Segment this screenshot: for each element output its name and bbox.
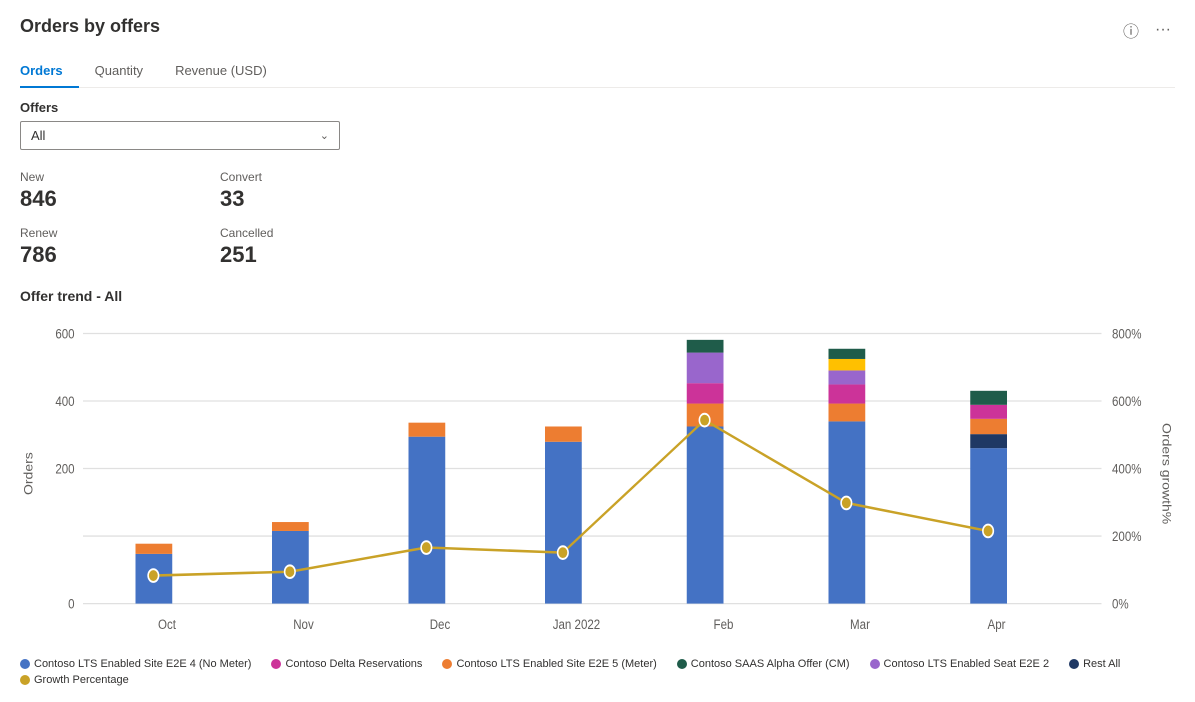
metric-cancelled-value: 251 (220, 242, 420, 268)
svg-text:Orders growth%: Orders growth% (1160, 423, 1173, 524)
metrics-grid: New 846 Convert 33 Renew 786 Cancelled 2… (20, 166, 420, 278)
svg-text:600%: 600% (1112, 393, 1142, 409)
legend-dot-e2e5 (442, 659, 452, 669)
tabs-bar: Orders Quantity Revenue (USD) (20, 54, 1175, 88)
metric-new-value: 846 (20, 186, 220, 212)
legend-dot-saas (677, 659, 687, 669)
chart-area: 600 400 200 0 800% 600% 400% 200% 0% Ord… (20, 308, 1175, 652)
legend-contoso-lts-e2e4: Contoso LTS Enabled Site E2E 4 (No Meter… (20, 658, 251, 670)
dropdown-value: All (31, 128, 45, 143)
metric-renew-label: Renew (20, 226, 220, 240)
tab-revenue[interactable]: Revenue (USD) (175, 55, 283, 88)
svg-text:Apr: Apr (988, 616, 1007, 632)
svg-text:Oct: Oct (158, 616, 176, 632)
legend-label-saas: Contoso SAAS Alpha Offer (CM) (691, 658, 850, 670)
legend-seat-e2e2: Contoso LTS Enabled Seat E2E 2 (870, 658, 1050, 670)
legend-label-e2e5: Contoso LTS Enabled Site E2E 5 (Meter) (456, 658, 656, 670)
metric-renew-value: 786 (20, 242, 220, 268)
chart-legend: Contoso LTS Enabled Site E2E 4 (No Meter… (20, 658, 1175, 686)
tab-orders[interactable]: Orders (20, 55, 79, 88)
more-options-button[interactable]: ··· (1151, 19, 1175, 41)
legend-dot-rest (1069, 659, 1079, 669)
legend-dot-e2e4 (20, 659, 30, 669)
svg-text:0: 0 (68, 596, 74, 612)
svg-text:200: 200 (55, 461, 74, 477)
svg-text:Orders: Orders (22, 452, 35, 495)
legend-growth: Growth Percentage (20, 674, 129, 686)
svg-text:Feb: Feb (714, 616, 734, 632)
svg-text:Nov: Nov (293, 616, 314, 632)
legend-delta-reservations: Contoso Delta Reservations (271, 658, 422, 670)
svg-text:800%: 800% (1112, 325, 1142, 341)
svg-text:200%: 200% (1112, 528, 1142, 544)
tab-quantity[interactable]: Quantity (95, 55, 159, 88)
svg-text:Jan 2022: Jan 2022 (553, 616, 600, 632)
legend-saas-alpha: Contoso SAAS Alpha Offer (CM) (677, 658, 850, 670)
chart-svg: 600 400 200 0 800% 600% 400% 200% 0% Ord… (20, 308, 1175, 652)
legend-label-delta: Contoso Delta Reservations (285, 658, 422, 670)
chart-title: Offer trend - All (20, 288, 1175, 304)
svg-text:0%: 0% (1112, 596, 1129, 612)
main-container: Orders by offers ⓘ ··· Orders Quantity R… (0, 0, 1195, 702)
metric-new: New 846 (20, 166, 220, 222)
legend-dot-growth (20, 675, 30, 685)
chart-section: Offer trend - All 600 400 200 0 800% 600… (20, 288, 1175, 686)
metric-convert-value: 33 (220, 186, 420, 212)
offers-dropdown[interactable]: All ⌄ (20, 121, 340, 150)
svg-text:Mar: Mar (850, 616, 871, 632)
svg-text:400%: 400% (1112, 461, 1142, 477)
metric-new-label: New (20, 170, 220, 184)
legend-label-growth: Growth Percentage (34, 674, 129, 686)
legend-label-e2e4: Contoso LTS Enabled Site E2E 4 (No Meter… (34, 658, 251, 670)
svg-text:400: 400 (55, 393, 74, 409)
metric-cancelled-label: Cancelled (220, 226, 420, 240)
legend-dot-delta (271, 659, 281, 669)
chevron-down-icon: ⌄ (320, 129, 329, 142)
offers-label: Offers (20, 100, 1175, 115)
info-button[interactable]: ⓘ (1119, 16, 1143, 44)
legend-label-rest: Rest All (1083, 658, 1120, 670)
header-row: Orders by offers ⓘ ··· (20, 16, 1175, 44)
svg-text:600: 600 (55, 325, 74, 341)
metric-cancelled: Cancelled 251 (220, 222, 420, 278)
svg-text:Dec: Dec (430, 616, 451, 632)
page-title: Orders by offers (20, 16, 160, 37)
metric-convert-label: Convert (220, 170, 420, 184)
header-icons: ⓘ ··· (1119, 16, 1175, 44)
legend-dot-seat (870, 659, 880, 669)
metric-renew: Renew 786 (20, 222, 220, 278)
legend-rest-all: Rest All (1069, 658, 1120, 670)
legend-label-seat: Contoso LTS Enabled Seat E2E 2 (884, 658, 1050, 670)
metric-convert: Convert 33 (220, 166, 420, 222)
legend-contoso-lts-e2e5: Contoso LTS Enabled Site E2E 5 (Meter) (442, 658, 656, 670)
